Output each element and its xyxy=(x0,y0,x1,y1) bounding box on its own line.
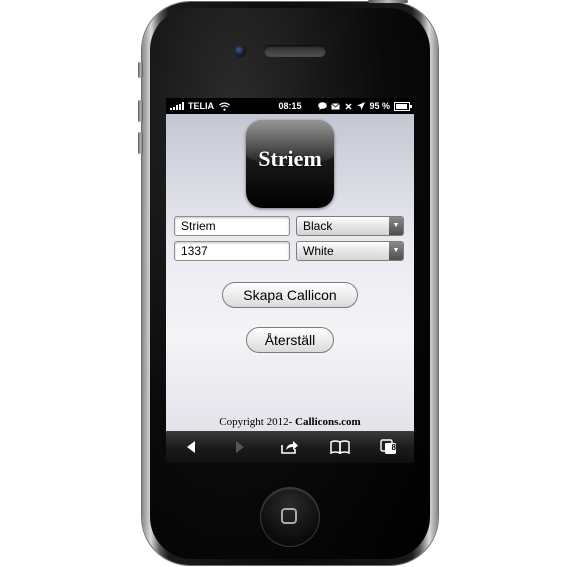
background-color-select[interactable]: Black ▼ xyxy=(296,216,404,236)
number-input[interactable] xyxy=(174,241,290,261)
tab-count: 8 xyxy=(391,443,396,452)
mail-icon xyxy=(331,102,341,109)
share-icon xyxy=(281,441,298,454)
status-bar: TELIA 08:15 95 % xyxy=(166,98,414,114)
text-color-select[interactable]: White ▼ xyxy=(296,241,404,261)
status-right: 95 % xyxy=(318,98,412,114)
bookmarks-button[interactable] xyxy=(328,437,352,457)
volume-up-button xyxy=(138,100,143,122)
forward-arrow-icon xyxy=(236,441,245,453)
earpiece-speaker xyxy=(264,45,326,57)
forward-button[interactable] xyxy=(228,437,252,457)
location-arrow-icon xyxy=(357,102,366,110)
home-square-icon xyxy=(281,508,297,524)
volume-down-button xyxy=(138,132,143,154)
reset-button[interactable]: Återställ xyxy=(246,327,334,353)
sleep-button xyxy=(368,0,408,3)
web-page: Striem Black ▼ White ▼ Skapa Callicon Åt… xyxy=(166,114,414,431)
phone-screen: TELIA 08:15 95 % Striem Striem Black ▼ 1… xyxy=(166,98,414,463)
battery-percent: 95 % xyxy=(369,101,390,111)
chat-bubble-icon xyxy=(318,102,328,110)
copyright-brand-link[interactable]: Callicons.com xyxy=(295,416,361,428)
back-arrow-icon xyxy=(186,441,195,453)
chevron-down-icon: ▼ xyxy=(389,217,403,235)
safari-toolbar: 8 xyxy=(166,431,414,463)
mute-switch xyxy=(138,62,143,78)
chevron-down-icon: ▼ xyxy=(389,242,403,260)
background-color-select-value: Black xyxy=(303,219,333,233)
create-callicon-button[interactable]: Skapa Callicon xyxy=(222,282,358,308)
callicon-preview-label: Striem xyxy=(258,146,322,171)
name-input[interactable] xyxy=(174,216,290,236)
share-button[interactable] xyxy=(278,437,302,457)
do-not-disturb-icon xyxy=(345,102,353,110)
battery-fill xyxy=(396,103,407,109)
copyright-prefix: Copyright 2012- xyxy=(219,416,296,428)
home-button[interactable] xyxy=(261,488,319,546)
text-color-select-value: White xyxy=(303,244,334,258)
back-button[interactable] xyxy=(179,437,203,457)
callicon-preview: Striem xyxy=(246,120,334,208)
battery-icon xyxy=(394,101,412,111)
book-icon xyxy=(329,440,350,454)
copyright-text: Copyright 2012- Callicons.com xyxy=(166,416,414,428)
tabs-button[interactable]: 8 xyxy=(377,437,401,457)
front-camera xyxy=(234,45,246,57)
